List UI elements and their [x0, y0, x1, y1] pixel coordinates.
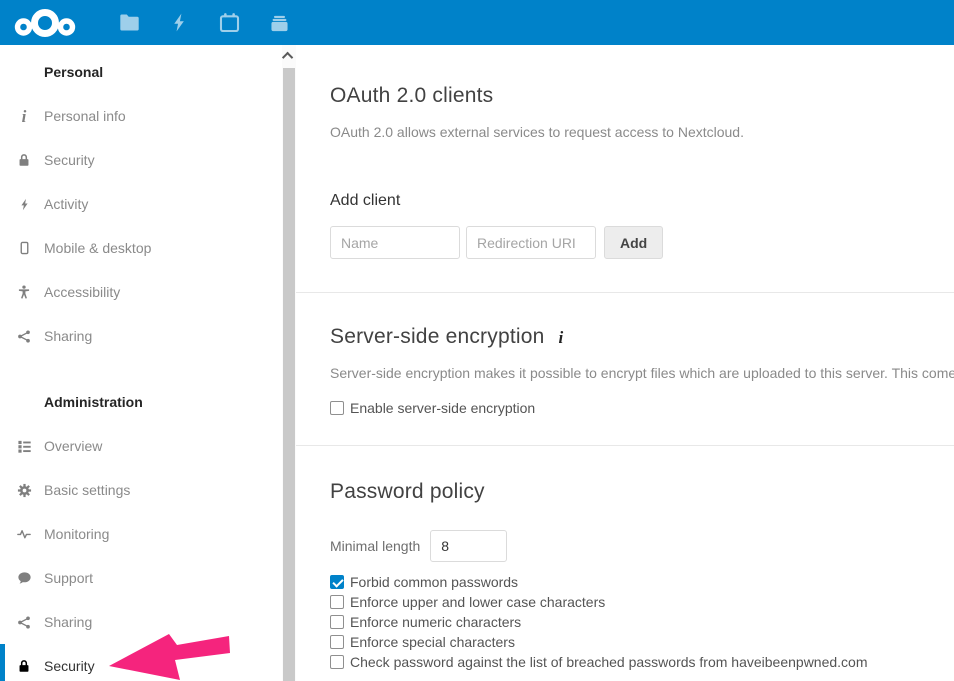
sidebar-item-monitoring[interactable]: Monitoring [0, 512, 282, 556]
lightning-icon [16, 195, 32, 213]
enforce-special-checkbox[interactable]: Enforce special characters [330, 634, 515, 650]
info-icon: i [559, 328, 564, 347]
redirection-uri-input[interactable] [466, 226, 596, 259]
enable-encryption-row: Enable server-side encryption [330, 400, 954, 416]
encryption-description: Server-side encryption makes it possible… [330, 363, 954, 384]
oauth-title: OAuth 2.0 clients [330, 84, 954, 108]
encryption-title: Server-side encryptioni [330, 325, 954, 349]
deck-icon[interactable] [254, 0, 304, 45]
minimal-length-label: Minimal length [330, 538, 420, 554]
sidebar-item-activity[interactable]: Activity [0, 182, 282, 226]
sidebar-item-basic-settings[interactable]: Basic settings [0, 468, 282, 512]
sidebar-item-mobile-desktop[interactable]: Mobile & desktop [0, 226, 282, 270]
password-policy-section: Password policy Minimal length Forbid co… [296, 446, 954, 672]
chat-icon [16, 569, 32, 587]
add-client-heading: Add client [330, 192, 954, 210]
settings-content: OAuth 2.0 clients OAuth 2.0 allows exter… [296, 45, 954, 681]
sidebar-item-accessibility[interactable]: Accessibility [0, 270, 282, 314]
calendar-icon[interactable] [204, 0, 254, 45]
forbid-common-passwords-checkbox[interactable]: Forbid common passwords [330, 574, 518, 590]
scrollbar-thumb[interactable] [283, 68, 295, 681]
info-icon: i [16, 107, 32, 125]
sidebar-item-sharing-personal[interactable]: Sharing [0, 314, 282, 358]
sidebar-caption-administration: Administration [0, 380, 282, 424]
share-icon [16, 327, 32, 345]
settings-sidebar: Personal i Personal info Security Activi… [0, 45, 282, 681]
sidebar-item-sharing-admin[interactable]: Sharing [0, 600, 282, 644]
enforce-numeric-checkbox[interactable]: Enforce numeric characters [330, 614, 521, 630]
list-icon [16, 437, 32, 455]
accessibility-icon [16, 283, 32, 301]
oauth-section: OAuth 2.0 clients OAuth 2.0 allows exter… [296, 45, 954, 293]
enable-encryption-checkbox[interactable]: Enable server-side encryption [330, 400, 954, 416]
sidebar-scrollbar [282, 45, 296, 681]
top-header-bar [0, 0, 954, 45]
lock-icon [16, 657, 32, 675]
sidebar-caption-personal: Personal [0, 50, 282, 94]
phone-icon [16, 239, 32, 257]
app-launcher [104, 0, 304, 45]
files-folder-icon[interactable] [104, 0, 154, 45]
share-icon [16, 613, 32, 631]
encryption-section: Server-side encryptioni Server-side encr… [296, 293, 954, 446]
enforce-upper-lower-checkbox[interactable]: Enforce upper and lower case characters [330, 594, 605, 610]
add-client-button[interactable]: Add [604, 226, 663, 259]
activity-bolt-icon[interactable] [154, 0, 204, 45]
minimal-length-row: Minimal length [330, 530, 954, 562]
pulse-icon [16, 525, 32, 543]
sidebar-item-overview[interactable]: Overview [0, 424, 282, 468]
sidebar-item-security-personal[interactable]: Security [0, 138, 282, 182]
password-policy-title: Password policy [330, 480, 954, 504]
client-name-input[interactable] [330, 226, 460, 259]
sidebar-item-security-admin[interactable]: Security [0, 644, 282, 681]
scrollbar-up-arrow[interactable] [282, 48, 296, 64]
sidebar-item-personal-info[interactable]: i Personal info [0, 94, 282, 138]
sidebar-item-support[interactable]: Support [0, 556, 282, 600]
nextcloud-logo[interactable] [12, 6, 78, 40]
check-hibp-checkbox[interactable]: Check password against the list of breac… [330, 654, 868, 670]
gear-icon [16, 481, 32, 499]
oauth-description: OAuth 2.0 allows external services to re… [330, 122, 954, 143]
add-client-form: Add [330, 226, 954, 259]
minimal-length-input[interactable] [430, 530, 507, 562]
lock-icon [16, 151, 32, 169]
password-policy-options: Forbid common passwords Enforce upper an… [330, 572, 954, 672]
